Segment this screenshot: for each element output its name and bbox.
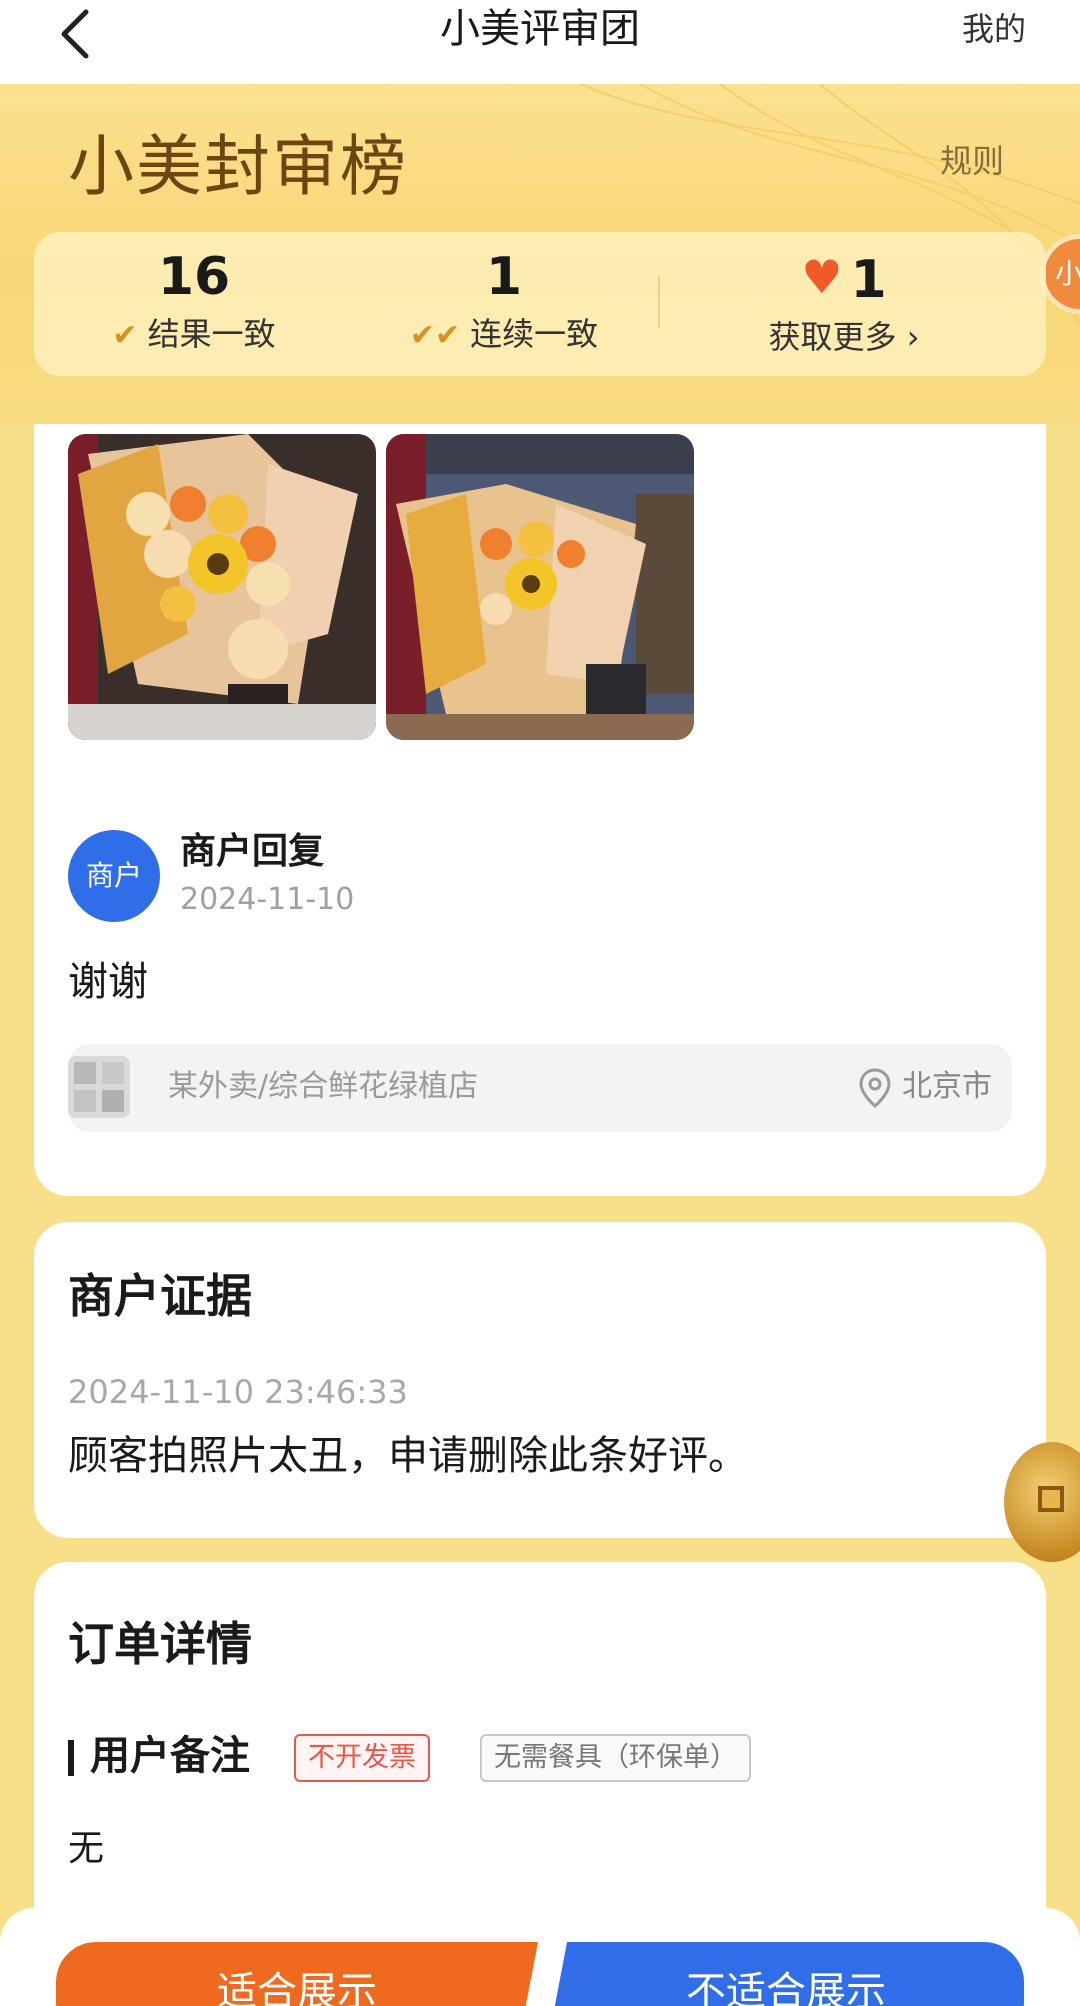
- unsuitable-button[interactable]: 不适合展示: [548, 1942, 1024, 2006]
- review-photo[interactable]: [68, 434, 376, 740]
- stat-streak: 1 ✔✔ 连续一致: [404, 232, 604, 358]
- reply-text: 谢谢: [68, 959, 148, 1005]
- stat-label: 连续一致: [470, 315, 599, 353]
- chevron-right-icon: ›: [896, 318, 920, 356]
- suitable-button[interactable]: 适合展示: [56, 1942, 538, 2006]
- check-icon: ✔: [112, 318, 138, 353]
- stat-value: 16: [157, 247, 231, 307]
- rules-link[interactable]: 规则: [940, 136, 1004, 186]
- ranking-header: 小美封审榜 规则 小 16 ✔ 结果一致 1 ✔✔ 连续一致 ♥ 1 获取更多 ›: [0, 84, 1080, 424]
- brand-title: 小美封审榜: [68, 128, 408, 205]
- shop-thumbnail-icon: [68, 1056, 130, 1118]
- evidence-text: 顾客拍照片太丑，申请删除此条好评。: [68, 1433, 748, 1479]
- stat-consistent-results: 16 ✔ 结果一致: [94, 232, 294, 358]
- mine-link[interactable]: 我的: [962, 6, 1026, 52]
- order-title: 订单详情: [68, 1617, 252, 1671]
- reply-date: 2024-11-10: [180, 882, 355, 917]
- stat-hearts[interactable]: ♥ 1 获取更多 ›: [734, 232, 954, 359]
- heart-icon: ♥: [801, 250, 843, 304]
- shop-name: 某外卖/综合鲜花绿植店: [168, 1069, 479, 1104]
- review-card: 商户 商户回复 2024-11-10 谢谢 某外卖/综合鲜花绿植店 北京市: [34, 424, 1046, 1196]
- get-more-link[interactable]: 获取更多: [769, 318, 897, 356]
- shop-city: 北京市: [902, 1069, 992, 1104]
- top-nav-bar: 小美评审团 我的: [0, 0, 1080, 84]
- divider: [658, 276, 660, 328]
- bottom-action-bar: 适合展示 不适合展示: [0, 1908, 1080, 2006]
- section-marker: [68, 1740, 74, 1776]
- double-check-icon: ✔✔: [409, 318, 461, 353]
- evidence-timestamp: 2024-11-10 23:46:33: [68, 1373, 408, 1411]
- shop-info-bar[interactable]: 某外卖/综合鲜花绿植店 北京市: [68, 1044, 1012, 1132]
- merchant-avatar: 商户: [68, 830, 160, 922]
- stats-panel: 16 ✔ 结果一致 1 ✔✔ 连续一致 ♥ 1 获取更多 ›: [34, 232, 1046, 376]
- evidence-title: 商户证据: [68, 1269, 252, 1323]
- page-title: 小美评审团: [440, 6, 640, 52]
- reply-title: 商户回复: [180, 831, 325, 872]
- stat-label: 结果一致: [147, 315, 276, 353]
- review-photo[interactable]: [386, 434, 694, 740]
- no-invoice-tag: 不开发票: [294, 1734, 430, 1782]
- stat-value: 1: [850, 250, 887, 310]
- bouquet-image: [386, 434, 694, 740]
- no-cutlery-tag: 无需餐具（环保单）: [480, 1734, 751, 1782]
- merchant-evidence-card: 商户证据 2024-11-10 23:46:33 顾客拍照片太丑，申请删除此条好…: [34, 1222, 1046, 1538]
- stat-value: 1: [485, 247, 523, 307]
- location-pin-icon: [859, 1068, 891, 1108]
- bouquet-image: [68, 434, 376, 740]
- remark-title: 用户备注: [90, 1733, 250, 1779]
- remark-value: 无: [68, 1828, 105, 1869]
